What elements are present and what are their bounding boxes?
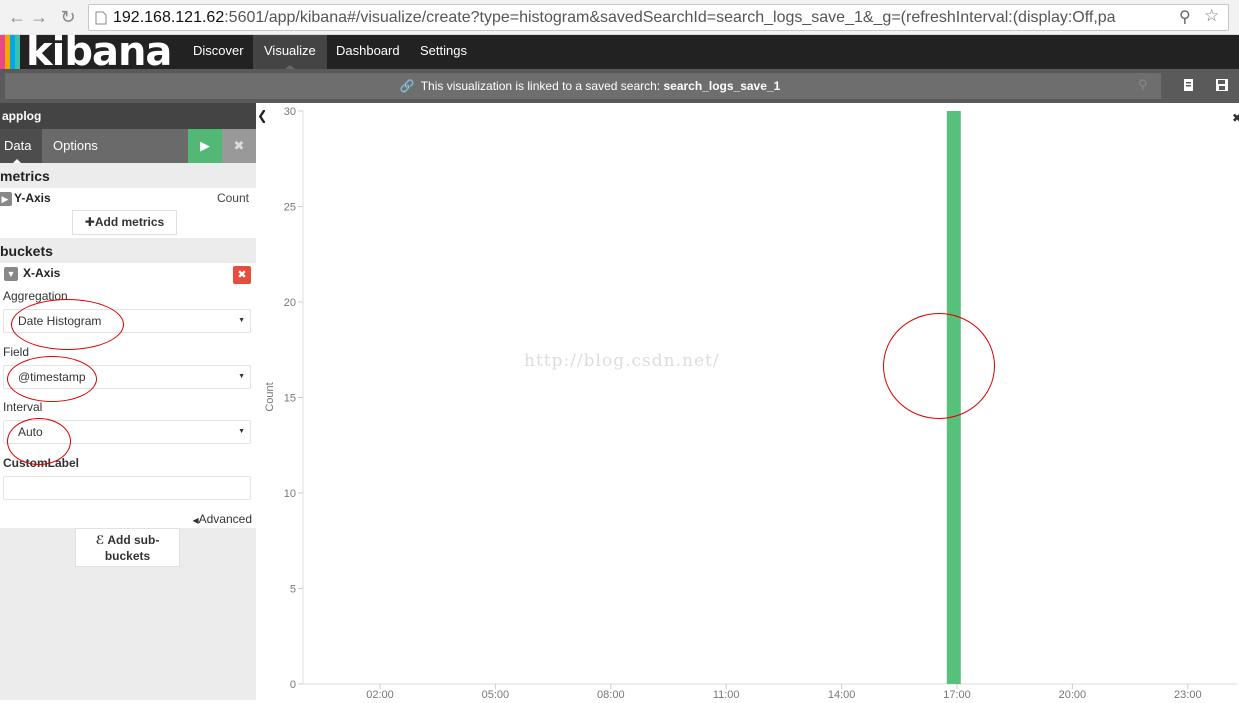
watermark-text: http://blog.csdn.net/ [524,351,720,371]
apply-button[interactable]: ▶ [188,129,222,163]
link-icon: 🔗 [399,79,415,93]
chart-container: 0 5 10 15 20 25 30 02:00 05:00 08:00 11:00 14:00 17:… [264,103,1239,701]
metrics-panel: ▶ Y-Axis Count ✚Add metrics [0,188,256,238]
search-icon[interactable]: ⚲ [1179,7,1191,27]
collapse-sidebar-button[interactable]: ❮ [256,103,268,700]
field-label: Field [3,345,30,359]
new-visualization-icon[interactable] [1182,78,1196,92]
x-axis-label[interactable]: X-Axis [23,266,60,280]
y-tick-label: 15 [284,393,296,405]
annotation-circle-interval [7,418,71,465]
x-tick-label: 08:00 [597,689,625,700]
remove-bucket-button[interactable]: ✖ [233,266,251,284]
kibana-logo[interactable]: kibana [0,29,180,75]
y-tick-label: 5 [290,584,296,596]
plus-icon: ✚ [84,215,95,229]
advanced-toggle[interactable]: ◀Advanced [192,512,252,526]
address-bar[interactable]: 192.168.121.62:5601/app/kibana#/visualiz… [88,4,1229,31]
x-tick-label: 20:00 [1059,689,1087,700]
nav-tab-visualize[interactable]: Visualize [253,35,327,69]
y-axis-label[interactable]: Y-Axis [14,191,51,205]
x-tick-label: 05:00 [482,689,510,700]
custom-label-input[interactable] [3,476,251,500]
tab-data[interactable]: Data [0,129,42,163]
index-pattern-name: applog [0,103,256,129]
add-sub-buckets-button[interactable]: ℰ Add sub-buckets [75,528,180,567]
chevron-down-icon: ▼ [238,317,245,324]
vis-editor-sidebar: applog Data Options ▶ ✖ metrics ▶ Y-Axis… [0,103,256,700]
reload-icon[interactable]: ↻ [57,6,79,28]
sidebar-tabs: Data Options ▶ ✖ [0,129,256,163]
close-legend-icon[interactable]: ✖ [1232,111,1239,125]
collapse-x-axis-icon[interactable]: ▼ [4,267,18,281]
tab-options[interactable]: Options [42,129,98,163]
sub-buckets-icon: ℰ [95,533,105,547]
expand-y-axis-icon[interactable]: ▶ [0,192,12,206]
nav-tab-settings[interactable]: Settings [409,35,478,69]
interval-label: Interval [3,400,43,414]
page-icon [95,11,107,25]
chevron-down-icon: ▼ [238,373,245,380]
linked-search-name[interactable]: search_logs_save_1 [663,79,780,93]
chevron-down-icon: ▼ [238,428,245,435]
y-tick-label: 20 [284,297,296,309]
annotation-circle-aggregation [11,299,124,350]
y-tick-label: 25 [284,202,296,214]
histogram-chart: 0 5 10 15 20 25 30 02:00 05:00 08:00 11:00 14:00 17:… [264,106,1237,701]
annotation-circle-field [7,356,97,402]
y-tick-label: 0 [290,679,296,691]
buckets-section-title: buckets [0,243,53,259]
url-host: 192.168.121.62 [113,9,225,26]
nav-tab-discover[interactable]: Discover [182,35,255,69]
add-metrics-button[interactable]: ✚Add metrics [72,210,177,235]
y-axis-title: Count [265,382,276,411]
x-tick-label: 23:00 [1174,689,1202,700]
x-tick-label: 17:00 [943,689,971,700]
url-path: :5601/app/kibana#/visualize/create?type=… [224,9,1116,26]
star-icon[interactable]: ☆ [1204,6,1219,26]
x-tick-label: 11:00 [713,689,740,700]
y-axis-agg-value: Count [216,191,249,205]
linked-search-text: 🔗 This visualization is linked to a saved… [399,79,781,93]
linked-search-bar: ⚲ 🔗 This visualization is linked to a sav… [0,69,1239,103]
forward-icon[interactable]: → [28,6,50,28]
y-tick-label: 10 [284,488,296,500]
metrics-section-title: metrics [0,168,50,184]
discard-button[interactable]: ✖ [222,129,256,163]
nav-tab-dashboard[interactable]: Dashboard [325,35,411,69]
browser-toolbar: ← → ↻ 192.168.121.62:5601/app/kibana#/vi… [0,0,1239,35]
back-icon[interactable]: ← [6,6,28,28]
save-icon[interactable] [1215,78,1229,92]
x-tick-label: 14:00 [828,689,856,700]
y-tick-label: 30 [284,106,296,118]
x-tick-label: 02:00 [366,689,394,700]
annotation-circle-bar [883,313,995,419]
